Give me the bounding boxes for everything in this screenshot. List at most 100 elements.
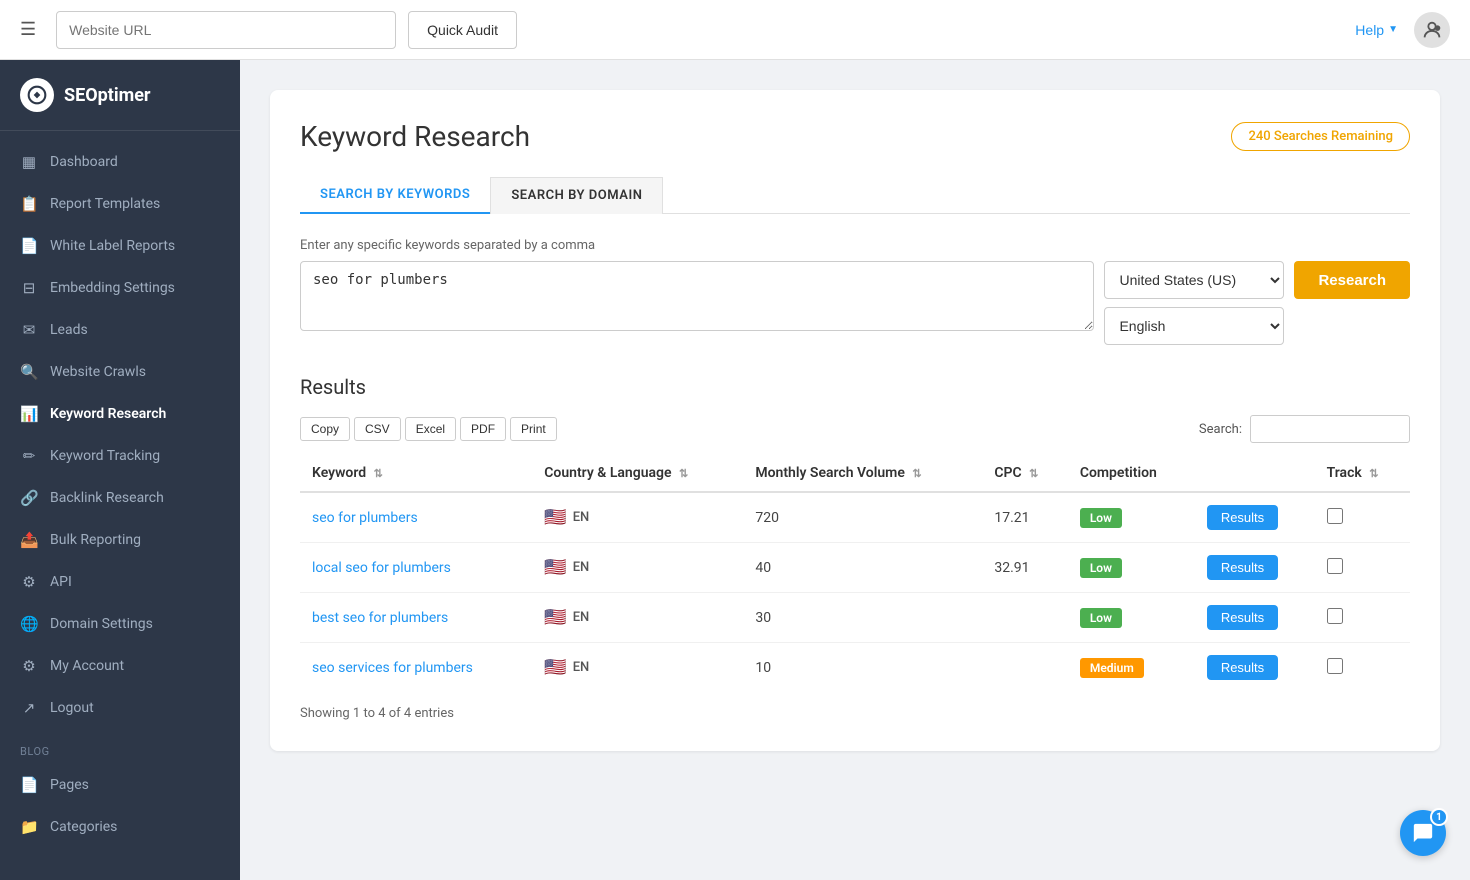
sidebar-item-api[interactable]: ⚙ API — [0, 561, 240, 603]
sidebar-item-backlink-research[interactable]: 🔗 Backlink Research — [0, 477, 240, 519]
sidebar-logo: SEOptimer — [0, 60, 240, 131]
table-row: local seo for plumbers 🇺🇸 EN 40 32.91 Lo… — [300, 543, 1410, 593]
results-link-button[interactable]: Results — [1207, 555, 1278, 580]
sidebar-item-white-label[interactable]: 📄 White Label Reports — [0, 225, 240, 267]
competition-badge: Medium — [1080, 658, 1144, 678]
keyword-textarea[interactable]: seo for plumbers — [300, 261, 1094, 331]
report-templates-icon: 📋 — [20, 195, 38, 213]
bulk-reporting-icon: 📤 — [20, 531, 38, 549]
logout-icon: ↗ — [20, 699, 38, 717]
copy-button[interactable]: Copy — [300, 417, 350, 441]
flag-icon: 🇺🇸 — [544, 507, 566, 528]
quick-audit-button[interactable]: Quick Audit — [408, 11, 517, 49]
results-link-button[interactable]: Results — [1207, 655, 1278, 680]
logo-text: SEOptimer — [64, 85, 151, 106]
track-checkbox[interactable] — [1327, 608, 1343, 624]
track-checkbox[interactable] — [1327, 658, 1343, 674]
search-form: seo for plumbers United States (US) Unit… — [300, 261, 1410, 345]
sidebar-item-embedding[interactable]: ⊟ Embedding Settings — [0, 267, 240, 309]
col-monthly-search-volume[interactable]: Monthly Search Volume ⇅ — [743, 455, 982, 492]
blog-section-label: Blog — [0, 729, 240, 764]
cell-cpc — [982, 593, 1067, 643]
keyword-link[interactable]: seo for plumbers — [312, 510, 418, 526]
cell-cpc: 17.21 — [982, 492, 1067, 543]
sidebar-item-label: Report Templates — [50, 196, 160, 212]
sidebar-item-logout[interactable]: ↗ Logout — [0, 687, 240, 729]
sidebar-item-domain-settings[interactable]: 🌐 Domain Settings — [0, 603, 240, 645]
lang-badge: EN — [573, 610, 590, 625]
user-avatar[interactable] — [1414, 12, 1450, 48]
chat-bubble[interactable]: 1 — [1400, 810, 1446, 856]
excel-button[interactable]: Excel — [405, 417, 456, 441]
col-cpc[interactable]: CPC ⇅ — [982, 455, 1067, 492]
page-title: Keyword Research — [300, 120, 530, 153]
leads-icon: ✉ — [20, 321, 38, 339]
sidebar-item-keyword-tracking[interactable]: ✏ Keyword Tracking — [0, 435, 240, 477]
cell-keyword: seo services for plumbers — [300, 643, 532, 693]
track-checkbox[interactable] — [1327, 508, 1343, 524]
keyword-link[interactable]: local seo for plumbers — [312, 560, 451, 576]
keyword-research-icon: 📊 — [20, 405, 38, 423]
cell-results-btn: Results — [1195, 543, 1315, 593]
cell-keyword: best seo for plumbers — [300, 593, 532, 643]
tab-search-by-domain[interactable]: SEARCH BY DOMAIN — [490, 177, 663, 214]
help-button[interactable]: Help ▼ — [1355, 22, 1398, 38]
sidebar-item-label: Embedding Settings — [50, 280, 175, 296]
cell-monthly-search-volume: 40 — [743, 543, 982, 593]
table-row: seo services for plumbers 🇺🇸 EN 10 Mediu… — [300, 643, 1410, 693]
form-selects: United States (US) United Kingdom (UK) C… — [1104, 261, 1284, 345]
main-layout: SEOptimer ▦ Dashboard 📋 Report Templates… — [0, 60, 1470, 880]
sidebar-item-label: Dashboard — [50, 154, 118, 170]
col-competition[interactable]: Competition — [1068, 455, 1195, 492]
hamburger-icon[interactable]: ☰ — [20, 19, 36, 40]
pdf-button[interactable]: PDF — [460, 417, 506, 441]
cell-country-lang: 🇺🇸 EN — [532, 492, 743, 543]
keyword-tracking-icon: ✏ — [20, 447, 38, 465]
cell-monthly-search-volume: 30 — [743, 593, 982, 643]
sidebar-item-leads[interactable]: ✉ Leads — [0, 309, 240, 351]
sidebar-item-bulk-reporting[interactable]: 📤 Bulk Reporting — [0, 519, 240, 561]
track-checkbox[interactable] — [1327, 558, 1343, 574]
top-header: ☰ Quick Audit Help ▼ — [0, 0, 1470, 60]
sidebar-item-keyword-research[interactable]: 📊 Keyword Research — [0, 393, 240, 435]
csv-button[interactable]: CSV — [354, 417, 401, 441]
col-keyword[interactable]: Keyword ⇅ — [300, 455, 532, 492]
cell-results-btn: Results — [1195, 492, 1315, 543]
sidebar-item-categories[interactable]: 📁 Categories — [0, 806, 240, 848]
search-label: Search: — [1199, 422, 1242, 437]
col-results — [1195, 455, 1315, 492]
sidebar-item-my-account[interactable]: ⚙ My Account — [0, 645, 240, 687]
chat-badge: 1 — [1430, 808, 1448, 826]
sidebar-item-label: Categories — [50, 819, 117, 835]
cell-results-btn: Results — [1195, 643, 1315, 693]
print-button[interactable]: Print — [510, 417, 557, 441]
keyword-link[interactable]: seo services for plumbers — [312, 660, 473, 676]
col-track[interactable]: Track ⇅ — [1315, 455, 1410, 492]
sidebar-item-label: Pages — [50, 777, 89, 793]
sidebar-item-report-templates[interactable]: 📋 Report Templates — [0, 183, 240, 225]
flag-icon: 🇺🇸 — [544, 657, 566, 678]
sidebar-item-label: Website Crawls — [50, 364, 146, 380]
sidebar-item-pages[interactable]: 📄 Pages — [0, 764, 240, 806]
results-link-button[interactable]: Results — [1207, 505, 1278, 530]
url-input[interactable] — [56, 11, 396, 49]
country-select[interactable]: United States (US) United Kingdom (UK) C… — [1104, 261, 1284, 299]
language-select[interactable]: English Spanish French German — [1104, 307, 1284, 345]
research-button[interactable]: Research — [1294, 261, 1410, 299]
cell-keyword: seo for plumbers — [300, 492, 532, 543]
results-link-button[interactable]: Results — [1207, 605, 1278, 630]
help-dropdown-arrow: ▼ — [1388, 24, 1398, 35]
tab-search-by-keywords[interactable]: SEARCH BY KEYWORDS — [300, 177, 490, 214]
keyword-link[interactable]: best seo for plumbers — [312, 610, 448, 626]
col-country-language[interactable]: Country & Language ⇅ — [532, 455, 743, 492]
searches-remaining-badge: 240 Searches Remaining — [1231, 122, 1410, 151]
table-btn-group: Copy CSV Excel PDF Print — [300, 417, 557, 441]
embedding-icon: ⊟ — [20, 279, 38, 297]
cell-country-lang: 🇺🇸 EN — [532, 643, 743, 693]
sidebar-item-dashboard[interactable]: ▦ Dashboard — [0, 141, 240, 183]
cell-track — [1315, 593, 1410, 643]
cell-keyword: local seo for plumbers — [300, 543, 532, 593]
table-search-input[interactable] — [1250, 415, 1410, 443]
backlink-research-icon: 🔗 — [20, 489, 38, 507]
sidebar-item-website-crawls[interactable]: 🔍 Website Crawls — [0, 351, 240, 393]
